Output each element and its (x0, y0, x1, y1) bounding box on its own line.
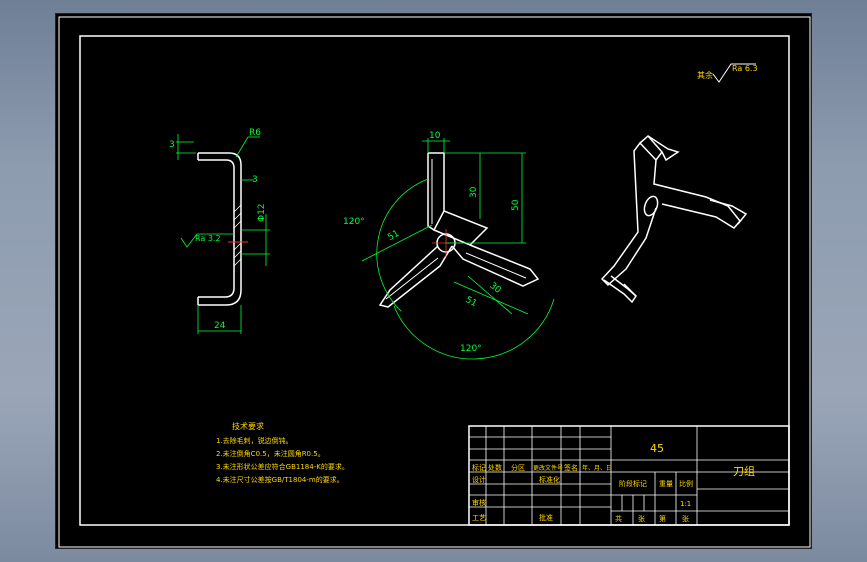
dim-51-right: 51 (464, 295, 479, 309)
tb-header: 年、月、日 (582, 464, 612, 472)
dim-blade-width: 10 (429, 131, 441, 141)
dim-30: 30 (469, 186, 479, 198)
front-blade-left (378, 245, 453, 308)
tb-material: 45 (650, 442, 664, 455)
tb-scale-label: 比例 (679, 479, 693, 488)
tech-item: 4.未注尺寸公差按GB/T1804-m的要求。 (216, 475, 344, 484)
dim-line (467, 275, 513, 315)
tech-item: 2.未注倒角C0.5，未注圆角R0.5。 (216, 449, 325, 458)
dim-50: 50 (511, 199, 521, 211)
dim-51-left: 51 (386, 229, 401, 243)
angle-arc-left (376, 178, 429, 312)
tb-sheets-unit: 张 (638, 514, 645, 523)
tb-header: 标记 (472, 463, 486, 472)
roughness-value: Ra 6.3 (732, 64, 758, 73)
dim-thickness: 3 (252, 175, 258, 185)
tech-requirements: 技术要求 1.去除毛刺，锐边倒钝。 2.未注倒角C0.5，未注圆角R0.5。 3… (216, 421, 349, 484)
tb-standardize: 标准化 (539, 475, 560, 484)
angle-bottom: 120° (460, 344, 482, 354)
isometric-view (600, 134, 748, 304)
inner-frame (79, 35, 790, 526)
tb-sheet-unit: 张 (682, 514, 689, 523)
side-view: 3 R6 3 Φ12 Ra 3.2 24 (169, 128, 270, 334)
dim-radius: R6 (249, 128, 261, 138)
drawing-sheet: 其余 Ra 6.3 3 R6 3 Φ12 Ra 3.2 24 10 30 50 … (55, 13, 812, 549)
tb-sheet-no: 第 (659, 514, 666, 523)
tb-header: 更改文件号 (533, 464, 563, 472)
tech-item: 1.去除毛刺，锐边倒钝。 (216, 436, 293, 445)
front-blade-left-edge (385, 257, 439, 300)
tb-header: 签名 (564, 463, 578, 472)
tech-title: 技术要求 (232, 421, 264, 431)
tb-header: 处数 (488, 463, 502, 472)
tb-part-name: 刀组 (733, 464, 755, 478)
dim-width: 24 (214, 321, 226, 331)
dim-hole: Φ12 (257, 203, 267, 222)
dim-30-right: 30 (487, 281, 502, 296)
drawing-canvas: 其余 Ra 6.3 3 R6 3 Φ12 Ra 3.2 24 10 30 50 … (58, 16, 811, 548)
dim-line (235, 136, 249, 158)
tb-process: 工艺 (472, 514, 486, 522)
title-block: 标记 处数 分区 更改文件号 签名 年、月、日 设计 标准化 审核 工艺 批准 … (468, 425, 790, 526)
tech-item: 3.未注形状公差应符合GB1184-K的要求。 (216, 462, 349, 471)
front-view: 10 30 50 51 30 51 120° 120° (343, 131, 555, 360)
tb-design: 设计 (472, 475, 486, 484)
tb-stage-label: 阶段标记 (619, 479, 647, 488)
roughness-left-value: Ra 3.2 (195, 234, 221, 243)
roughness-note: 其余 Ra 6.3 (697, 63, 758, 83)
dim-top-thickness: 3 (169, 140, 175, 150)
side-view-hole-hatch (233, 204, 242, 267)
tb-header: 分区 (511, 463, 525, 472)
tb-approve: 批准 (539, 513, 553, 522)
tb-review: 审核 (472, 498, 486, 507)
angle-left: 120° (343, 217, 365, 227)
tb-scale-value: 1:1 (680, 500, 691, 508)
tb-sheets-total: 共 (615, 514, 622, 523)
side-view-inner-outline (198, 159, 235, 298)
tb-weight-label: 重量 (659, 480, 673, 488)
roughness-prefix: 其余 (697, 70, 713, 80)
front-blade-top (428, 152, 489, 246)
front-blade-top-inner (427, 153, 435, 231)
